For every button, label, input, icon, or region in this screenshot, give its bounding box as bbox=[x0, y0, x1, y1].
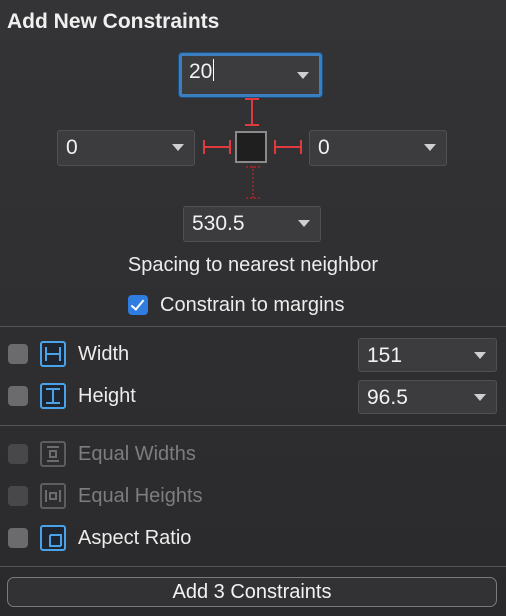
width-icon bbox=[40, 341, 66, 367]
aspect-ratio-label: Aspect Ratio bbox=[78, 527, 192, 549]
equal-widths-label: Equal Widths bbox=[78, 443, 196, 465]
equal-widths-icon bbox=[40, 441, 66, 467]
divider bbox=[0, 326, 506, 327]
equal-widths-checkbox[interactable] bbox=[8, 444, 28, 464]
chevron-down-icon[interactable] bbox=[298, 220, 310, 227]
equal-heights-checkbox[interactable] bbox=[8, 486, 28, 506]
add-constraints-button[interactable]: Add 3 Constraints bbox=[7, 577, 497, 607]
width-value-combo[interactable]: 151 bbox=[358, 338, 497, 372]
equal-heights-icon bbox=[40, 483, 66, 509]
right-spacing-combo[interactable]: 0 bbox=[309, 130, 447, 166]
divider bbox=[0, 425, 506, 426]
height-checkbox[interactable] bbox=[8, 386, 28, 406]
aspect-ratio-checkbox[interactable] bbox=[8, 528, 28, 548]
selected-view-preview bbox=[235, 131, 267, 163]
bottom-spacing-combo[interactable]: 530.5 bbox=[183, 206, 321, 242]
right-spacing-value[interactable]: 0 bbox=[318, 136, 330, 160]
chevron-down-icon[interactable] bbox=[424, 144, 436, 151]
top-spacing-value[interactable]: 20 bbox=[189, 59, 215, 84]
panel-title: Add New Constraints bbox=[7, 10, 220, 33]
chevron-down-icon[interactable] bbox=[474, 394, 486, 401]
width-label: Width bbox=[78, 343, 130, 365]
left-spacing-value[interactable]: 0 bbox=[66, 136, 78, 160]
width-value[interactable]: 151 bbox=[367, 344, 402, 368]
spacing-caption: Spacing to nearest neighbor bbox=[127, 254, 379, 276]
height-label: Height bbox=[78, 385, 136, 407]
height-icon bbox=[40, 383, 66, 409]
left-spacing-combo[interactable]: 0 bbox=[57, 130, 195, 166]
height-value-combo[interactable]: 96.5 bbox=[358, 380, 497, 414]
top-spacing-combo[interactable]: 20 bbox=[179, 53, 322, 97]
height-value[interactable]: 96.5 bbox=[367, 386, 408, 410]
add-constraints-panel: Add New Constraints 20 0 0 530.5 Spacing… bbox=[0, 0, 506, 616]
aspect-ratio-icon bbox=[40, 525, 66, 551]
chevron-down-icon[interactable] bbox=[172, 144, 184, 151]
divider bbox=[0, 566, 506, 567]
chevron-down-icon[interactable] bbox=[474, 352, 486, 359]
width-checkbox[interactable] bbox=[8, 344, 28, 364]
constrain-margins-label[interactable]: Constrain to margins bbox=[160, 294, 345, 317]
equal-heights-label: Equal Heights bbox=[78, 485, 203, 507]
constrain-margins-checkbox[interactable] bbox=[128, 295, 148, 315]
bottom-spacing-value[interactable]: 530.5 bbox=[192, 212, 245, 236]
chevron-down-icon[interactable] bbox=[297, 72, 309, 79]
